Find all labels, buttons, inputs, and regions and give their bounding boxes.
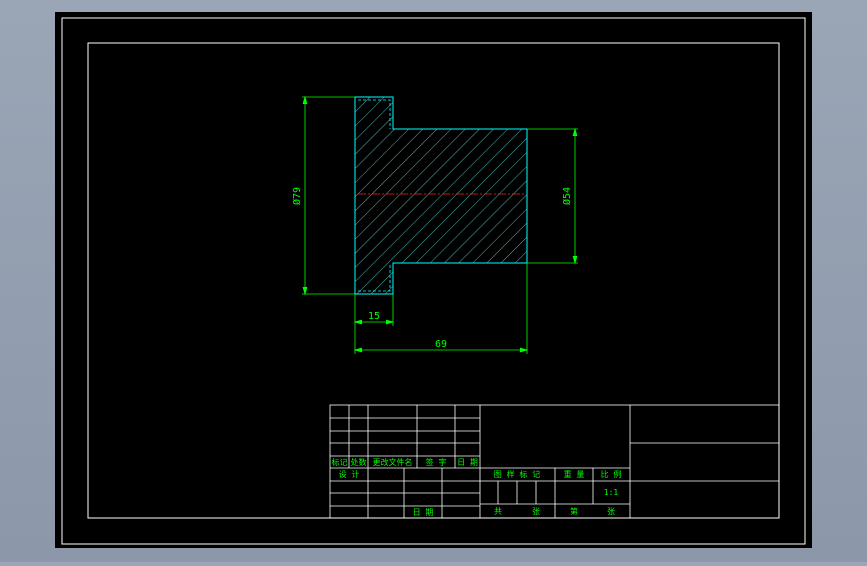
date-label: 日 期 xyxy=(413,508,434,517)
stage-mark-label: 图 样 标 记 xyxy=(494,469,540,479)
weight-label: 重 量 xyxy=(564,469,585,479)
header-signature: 签 字 xyxy=(426,457,447,467)
header-date: 日 期 xyxy=(457,458,478,467)
sheet-total-label: 共 xyxy=(494,507,502,516)
dimension-outer-diameter-label: Ø79 xyxy=(291,187,303,205)
scale-value: 1:1 xyxy=(604,488,619,497)
design-label: 设 计 xyxy=(339,469,360,479)
dimension-shaft-diameter-label: Ø54 xyxy=(561,187,573,205)
dimension-total-length-label: 69 xyxy=(435,339,447,350)
cad-viewport: Ø79 Ø54 15 69 标记 处数 更改文件名 签 字 日 期 设 计 日 … xyxy=(0,0,867,562)
sheet-unit-1: 张 xyxy=(532,507,540,516)
scale-label: 比 例 xyxy=(601,469,622,479)
header-change-doc: 更改文件名 xyxy=(373,457,413,467)
sheet-unit-2: 张 xyxy=(607,507,615,516)
header-mark: 标记 xyxy=(332,457,348,467)
header-count: 处数 xyxy=(351,457,367,467)
sheet-index-label: 第 xyxy=(570,506,578,516)
dimension-flange-width-label: 15 xyxy=(368,311,380,322)
